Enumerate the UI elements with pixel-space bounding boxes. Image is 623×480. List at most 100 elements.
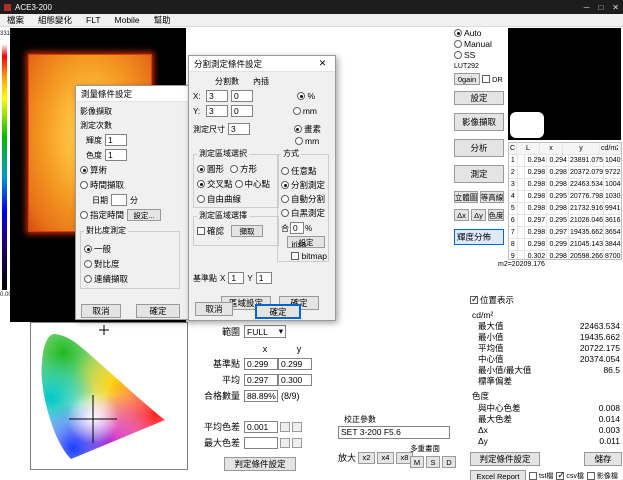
chroma-view-button[interactable]: 色度 (488, 209, 504, 221)
menu-item[interactable]: FLT (79, 15, 107, 25)
chroma-count-field[interactable]: 1 (105, 149, 127, 161)
table-row[interactable]: 3 0.298 0.298 22463.534 10046 (509, 179, 621, 191)
table-row[interactable]: 7 0.298 0.297 19435.662 3654 (509, 227, 621, 239)
radio-icon (281, 167, 289, 175)
preview-image[interactable] (508, 28, 621, 140)
normal-radio[interactable]: 一般 (84, 243, 111, 255)
square-radio[interactable]: 方形 (230, 163, 257, 175)
menu-item[interactable]: Mobile (108, 15, 147, 25)
size-field[interactable]: 3 (228, 123, 250, 135)
delta-y-button[interactable]: Δy (471, 209, 486, 221)
dialog-title-bar[interactable]: 分割測定條件設定 ✕ (189, 56, 335, 72)
file-format-checkbox[interactable]: 影像檔 (587, 471, 618, 480)
measurement-table[interactable]: CLxycd/m2 1 0.294 0.294 23891.075 10407 … (508, 142, 622, 260)
multi-screen-button[interactable]: M (410, 456, 424, 468)
dr-checkbox[interactable]: DR (482, 75, 503, 84)
radio-icon (281, 195, 289, 203)
unit-pixel-radio[interactable]: 畫素 (294, 123, 321, 135)
ok-button[interactable]: 確定 (136, 304, 180, 318)
close-icon[interactable]: ✕ (315, 57, 330, 70)
luminance-count-field[interactable]: 1 (105, 134, 127, 146)
cie-chromaticity-diagram[interactable] (30, 322, 188, 470)
analyze-button[interactable]: 分析 (454, 139, 504, 157)
capture-button[interactable]: 影像擷取 (454, 113, 504, 131)
cell-c: 2 (509, 167, 518, 178)
bitmap-checkbox[interactable]: bitmap (291, 251, 327, 261)
base-x-field[interactable]: 1 (228, 272, 244, 284)
cancel-button[interactable]: 取消 (81, 304, 121, 318)
minimize-icon[interactable]: ─ (584, 3, 590, 12)
ok-button[interactable]: 確定 (255, 304, 301, 319)
luminance-dist-button[interactable]: 輝度分佈 (454, 229, 504, 245)
x-interp-field[interactable]: 0 (231, 90, 253, 102)
table-row[interactable]: 4 0.298 0.295 20776.798 10306 (509, 191, 621, 203)
center-point-radio[interactable]: 中心點 (235, 178, 271, 190)
ref-y-field[interactable]: 0.299 (278, 358, 312, 370)
circle-radio[interactable]: 圓形 (197, 163, 224, 175)
luminance-footer: m2=20209.176 (498, 261, 545, 268)
y-interp-field[interactable]: 0 (231, 105, 253, 117)
zoom-button[interactable]: x4 (377, 452, 394, 464)
total-field[interactable]: 0 (290, 222, 304, 234)
range-select[interactable]: FULL ▾ (244, 325, 286, 338)
gain-button[interactable]: 0gain (454, 73, 480, 85)
table-row[interactable]: 9 0.302 0.298 20598.266 8700 (509, 251, 621, 260)
menu-item[interactable]: 組態變化 (31, 14, 79, 26)
cancel-button[interactable]: 取消 (195, 302, 233, 316)
multi-screen-button[interactable]: D (442, 456, 456, 468)
contrast-radio[interactable]: 對比度 (84, 258, 120, 270)
save-button[interactable]: 儲存 (584, 452, 622, 466)
unit-mm-radio[interactable]: mm (293, 106, 317, 116)
multi-screen-button[interactable]: S (426, 456, 440, 468)
capture-region-button[interactable]: 擷取 (231, 225, 263, 237)
position-display-checkbox[interactable]: 位置表示 (470, 294, 514, 306)
maximize-icon[interactable]: □ (598, 3, 603, 12)
judge-settings-button[interactable]: 判定條件設定 (470, 452, 540, 466)
cell-y: 0.298 (547, 251, 569, 260)
interval-radio[interactable]: 時間擷取 (80, 179, 124, 191)
menu-item[interactable]: 檔案 (0, 14, 31, 26)
judge-settings-button[interactable]: 判定條件設定 (224, 457, 296, 471)
manual-radio[interactable]: Manual (454, 39, 506, 49)
table-row[interactable]: 5 0.298 0.298 21732.916 9941 (509, 203, 621, 215)
unit-mm2-radio[interactable]: mm (295, 136, 319, 146)
unit-percent-radio[interactable]: % (297, 91, 315, 101)
measure-button[interactable]: 測定 (454, 165, 504, 183)
arithmetic-radio[interactable]: 算術 (80, 164, 107, 176)
table-row[interactable]: 8 0.298 0.299 21045.143 3844 (509, 239, 621, 251)
continuous-radio[interactable]: 連續擷取 (84, 273, 128, 285)
calibration-label: 校正參數 (344, 414, 463, 425)
date-field[interactable] (111, 194, 127, 206)
x-divisions-field[interactable]: 3 (206, 90, 228, 102)
menu-item[interactable]: 幫助 (147, 14, 178, 26)
mode-option-radio[interactable]: 分割測定 (281, 179, 325, 191)
mode-option-radio[interactable]: 白黑測定 (281, 207, 325, 219)
cell-y: 0.295 (547, 191, 569, 202)
schedule-set-button[interactable]: 設定... (127, 209, 161, 221)
table-row[interactable]: 6 0.297 0.295 21026.046 3616 (509, 215, 621, 227)
mode-option-radio[interactable]: 自動分割 (281, 193, 325, 205)
dialog-title-bar[interactable]: 測量條件設定 (76, 86, 189, 102)
confirm-checkbox[interactable]: 確認 (197, 225, 224, 237)
set-button[interactable]: 設定 (454, 91, 504, 105)
cross-point-radio[interactable]: 交叉點 (197, 178, 233, 190)
cell-extra: 10046 (604, 179, 621, 190)
close-icon[interactable]: ✕ (612, 3, 619, 12)
contour-button[interactable]: 等高線 (480, 191, 504, 203)
file-format-checkbox[interactable]: tst檔 (529, 471, 553, 480)
solid-view-button[interactable]: 立體圖 (454, 191, 478, 203)
free-curve-radio[interactable]: 自由曲線 (197, 193, 241, 205)
y-divisions-field[interactable]: 3 (206, 105, 228, 117)
auto-radio[interactable]: Auto (454, 28, 506, 38)
excel-report-button[interactable]: Excel Report (470, 470, 526, 480)
scheduled-radio[interactable]: 指定時間 (80, 209, 124, 221)
ref-x-field[interactable]: 0.299 (244, 358, 278, 370)
table-row[interactable]: 1 0.294 0.294 23891.075 10407 (509, 155, 621, 167)
delta-x-button[interactable]: Δx (454, 209, 469, 221)
mode-option-radio[interactable]: 任意點 (281, 165, 325, 177)
table-row[interactable]: 2 0.298 0.298 20372.079 9722 (509, 167, 621, 179)
base-y-field[interactable]: 1 (256, 272, 272, 284)
file-format-checkbox[interactable]: csv檔 (556, 471, 584, 480)
zoom-button[interactable]: x2 (358, 452, 375, 464)
ss-radio[interactable]: SS (454, 50, 506, 60)
